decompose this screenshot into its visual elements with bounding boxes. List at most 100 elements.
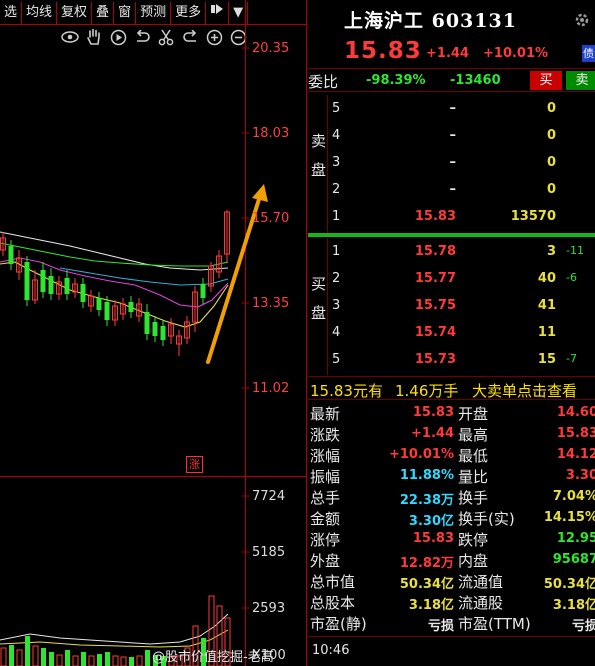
stat-value: 14.15% xyxy=(543,510,595,525)
level-volume-change: -7 xyxy=(566,352,577,365)
stat-label: 流通值 xyxy=(458,573,504,591)
stat-value: 14.60 xyxy=(556,405,595,420)
stat-label: 振幅 xyxy=(310,468,341,486)
ask-row[interactable]: 3 – 0 xyxy=(308,149,595,176)
ask-row[interactable]: 1 15.83 13570 xyxy=(308,203,595,230)
limit-up-marker[interactable]: 涨 xyxy=(186,456,203,473)
level-price: 15.75 xyxy=(414,298,456,313)
kline-canvas xyxy=(0,0,307,666)
ask-row[interactable]: 4 – 0 xyxy=(308,122,595,149)
level-index: 3 xyxy=(332,155,341,170)
level-index: 1 xyxy=(332,244,341,259)
stat-value: 50.34亿 xyxy=(399,577,454,592)
level-price: 15.77 xyxy=(414,271,456,286)
level-volume: 0 xyxy=(546,155,556,170)
level-volume: 0 xyxy=(546,101,556,116)
stat-label: 市盈(静) xyxy=(310,615,367,633)
stat-label: 总股本 xyxy=(310,594,356,612)
stat-value: 3.30 xyxy=(565,468,595,483)
level-index: 3 xyxy=(332,298,341,313)
status-bar: 10:46 xyxy=(308,636,595,666)
bid-row[interactable]: 3 15.75 41 xyxy=(308,292,595,319)
level-volume: 13570 xyxy=(510,209,556,224)
stat-row: 涨跌 +1.44 最高 15.83 xyxy=(308,423,595,444)
level-price: – xyxy=(449,101,457,116)
price-tick-label: 18.03 xyxy=(252,126,290,141)
convertible-bond-badge[interactable]: 债 xyxy=(582,45,595,62)
stat-label: 涨停 xyxy=(310,531,341,549)
stat-value: 7.04% xyxy=(552,489,595,504)
level-volume: 41 xyxy=(537,298,556,313)
stock-title: 上海沪工 603131 xyxy=(344,10,517,32)
stat-label: 总手 xyxy=(310,489,341,507)
stat-row: 总市值 50.34亿 流通值 50.34亿 xyxy=(308,570,595,592)
level-price: 15.73 xyxy=(414,352,456,367)
clock: 10:46 xyxy=(312,643,350,658)
bid-row[interactable]: 4 15.74 11 xyxy=(308,319,595,346)
stat-value: 15.83 xyxy=(412,531,454,546)
bid-row[interactable]: 1 15.78 3 -11 xyxy=(308,238,595,265)
level-volume: 0 xyxy=(546,182,556,197)
level-index: 1 xyxy=(332,209,341,224)
sell-button[interactable]: 卖 xyxy=(566,71,595,90)
price-change: +1.44 xyxy=(426,46,469,61)
volume-tick-label: 7724 xyxy=(252,489,286,504)
big-order-volume: 1.46万手 xyxy=(395,382,459,400)
level-index: 4 xyxy=(332,128,341,143)
big-order-link[interactable]: 大卖单点击查看 xyxy=(472,380,577,401)
gear-icon[interactable] xyxy=(574,12,590,32)
level-volume-change: -11 xyxy=(566,244,584,257)
stat-row: 总股本 3.18亿 流通股 3.18亿 xyxy=(308,591,595,613)
stat-value: 12.82万 xyxy=(399,556,454,571)
quote-panel: 上海沪工 603131 15.83 +1.44 +10.01% 债 委比 -98… xyxy=(308,0,595,666)
order-difference-value: -13460 xyxy=(450,73,501,88)
ask-row[interactable]: 2 – 0 xyxy=(308,176,595,203)
level-volume: 15 xyxy=(537,352,556,367)
stat-value: 3.30亿 xyxy=(408,514,454,529)
candles xyxy=(0,210,230,356)
kline-chart-panel[interactable]: 选 均线 复权 叠 窗 预测 更多 ▼ 20.35 18.03 15.70 13… xyxy=(0,0,307,666)
ask-row[interactable]: 5 – 0 xyxy=(308,95,595,122)
stat-label: 涨幅 xyxy=(310,447,341,465)
price-change-percent: +10.01% xyxy=(483,46,549,61)
stat-value: 亏损 xyxy=(427,619,454,634)
stat-label: 最新 xyxy=(310,405,341,423)
stat-row: 涨停 15.83 跌停 12.95 xyxy=(308,528,595,549)
big-order-row: 15.83元有 1.46万手 大卖单点击查看 xyxy=(308,376,595,400)
price-tick-label: 11.02 xyxy=(252,381,290,396)
stat-value: 95687 xyxy=(552,552,595,567)
watermark: @股市价值挖掘-老高 xyxy=(152,650,274,665)
stat-label: 金额 xyxy=(310,510,341,528)
price-tick-label: 15.70 xyxy=(252,211,290,226)
stat-label: 跌停 xyxy=(458,531,489,549)
stat-label: 量比 xyxy=(458,468,489,486)
order-ratio-label: 委比 xyxy=(308,73,339,91)
stat-value: +10.01% xyxy=(388,447,454,462)
buy-button[interactable]: 买 xyxy=(530,71,562,90)
stat-label: 换手(实) xyxy=(458,510,515,528)
bid-row[interactable]: 5 15.73 15 -7 xyxy=(308,346,595,373)
stat-row: 涨幅 +10.01% 最低 14.12 xyxy=(308,444,595,465)
level-index: 2 xyxy=(332,271,341,286)
stat-label: 开盘 xyxy=(458,405,489,423)
bid-row[interactable]: 2 15.77 40 -6 xyxy=(308,265,595,292)
stat-value: 15.83 xyxy=(412,405,454,420)
stat-row: 总手 22.38万 换手 7.04% xyxy=(308,486,595,508)
big-order-price: 15.83元有 xyxy=(310,382,383,400)
stat-label: 换手 xyxy=(458,489,489,507)
order-book-divider xyxy=(308,233,595,237)
level-price: – xyxy=(449,182,457,197)
order-ratio-value: -98.39% xyxy=(366,73,426,88)
stat-label: 流通股 xyxy=(458,594,504,612)
bid-book: 买盘 1 15.78 3 -11 2 15.77 40 -6 3 15.75 4… xyxy=(308,238,595,375)
stat-label: 外盘 xyxy=(310,552,341,570)
level-volume: 3 xyxy=(546,244,556,259)
stat-value: 12.95 xyxy=(556,531,595,546)
level-price: 15.74 xyxy=(414,325,456,340)
level-volume: 11 xyxy=(537,325,556,340)
stat-label: 内盘 xyxy=(458,552,489,570)
ask-book: 卖盘 5 – 0 4 – 0 3 – 0 2 – 0 1 15.83 13570 xyxy=(308,95,595,233)
level-index: 5 xyxy=(332,352,341,367)
price-tick-label: 20.35 xyxy=(252,41,290,56)
level-volume: 40 xyxy=(537,271,556,286)
